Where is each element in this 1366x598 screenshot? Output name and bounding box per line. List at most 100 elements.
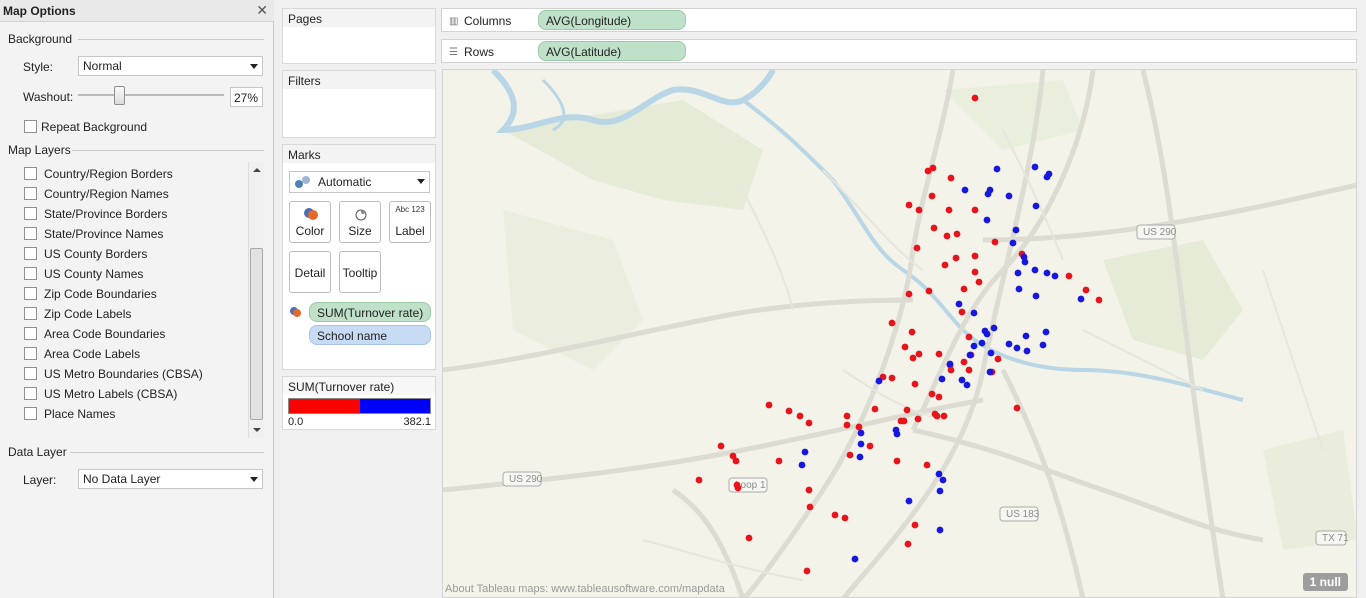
school-mark[interactable] (798, 461, 806, 469)
school-mark[interactable] (970, 342, 978, 350)
school-mark[interactable] (993, 165, 1001, 173)
close-icon[interactable]: ✕ (256, 2, 268, 19)
school-mark[interactable] (1023, 347, 1031, 355)
school-mark[interactable] (1009, 239, 1017, 247)
map-view[interactable]: US 290 US 290 US 183 TX 71 Loop 1 About Tabl… (442, 69, 1357, 598)
school-mark[interactable] (933, 412, 941, 420)
school-mark[interactable] (856, 453, 864, 461)
school-mark[interactable] (1051, 272, 1059, 280)
washout-slider-thumb[interactable] (114, 86, 125, 105)
school-mark[interactable] (913, 244, 921, 252)
school-mark[interactable] (831, 511, 839, 519)
school-mark[interactable] (940, 412, 948, 420)
school-mark[interactable] (935, 393, 943, 401)
detail-field-pill[interactable]: School name (309, 325, 431, 345)
school-mark[interactable] (1077, 295, 1085, 303)
school-mark[interactable] (947, 174, 955, 182)
school-mark[interactable] (903, 406, 911, 414)
map-layer-checkbox[interactable] (24, 167, 37, 180)
school-mark[interactable] (947, 366, 955, 374)
school-mark[interactable] (935, 350, 943, 358)
map-layer-checkbox[interactable] (24, 267, 37, 280)
filters-card[interactable]: Filters (282, 70, 436, 138)
school-mark[interactable] (905, 290, 913, 298)
school-mark[interactable] (958, 376, 966, 384)
repeat-background-checkbox[interactable] (24, 120, 37, 133)
rows-pill[interactable]: AVG(Latitude) (538, 41, 686, 61)
school-mark[interactable] (971, 206, 979, 214)
map-layer-checkbox[interactable] (24, 187, 37, 200)
school-mark[interactable] (888, 374, 896, 382)
school-mark[interactable] (855, 423, 863, 431)
school-mark[interactable] (958, 308, 966, 316)
school-mark[interactable] (1045, 170, 1053, 178)
data-layer-dropdown[interactable]: No Data Layer (78, 469, 263, 489)
color-field-pill[interactable]: SUM(Turnover rate) (309, 302, 431, 322)
school-mark[interactable] (991, 238, 999, 246)
school-mark[interactable] (805, 419, 813, 427)
school-mark[interactable] (806, 503, 814, 511)
school-mark[interactable] (1021, 258, 1029, 266)
school-mark[interactable] (1015, 285, 1023, 293)
school-mark[interactable] (971, 268, 979, 276)
school-mark[interactable] (1082, 286, 1090, 294)
school-mark[interactable] (893, 457, 901, 465)
school-mark[interactable] (978, 339, 986, 347)
map-layer-checkbox[interactable] (24, 367, 37, 380)
school-mark[interactable] (1031, 266, 1039, 274)
map-layers-scrollbar[interactable] (248, 162, 264, 438)
school-mark[interactable] (971, 252, 979, 260)
color-button[interactable]: Color (289, 201, 331, 243)
school-mark[interactable] (1043, 269, 1051, 277)
detail-button[interactable]: Detail (289, 251, 331, 293)
school-mark[interactable] (941, 261, 949, 269)
school-mark[interactable] (911, 380, 919, 388)
school-mark[interactable] (915, 206, 923, 214)
school-mark[interactable] (915, 350, 923, 358)
school-mark[interactable] (905, 201, 913, 209)
school-mark[interactable] (905, 497, 913, 505)
school-mark[interactable] (930, 224, 938, 232)
school-mark[interactable] (1012, 226, 1020, 234)
school-mark[interactable] (983, 330, 991, 338)
school-mark[interactable] (765, 401, 773, 409)
school-mark[interactable] (1032, 292, 1040, 300)
school-mark[interactable] (953, 230, 961, 238)
school-mark[interactable] (805, 486, 813, 494)
school-mark[interactable] (939, 476, 947, 484)
school-mark[interactable] (695, 476, 703, 484)
school-mark[interactable] (935, 470, 943, 478)
school-mark[interactable] (843, 421, 851, 429)
school-mark[interactable] (846, 451, 854, 459)
school-mark[interactable] (945, 206, 953, 214)
school-mark[interactable] (857, 440, 865, 448)
school-mark[interactable] (908, 328, 916, 336)
school-mark[interactable] (904, 540, 912, 548)
school-mark[interactable] (1032, 202, 1040, 210)
school-mark[interactable] (914, 415, 922, 423)
school-mark[interactable] (909, 354, 917, 362)
school-mark[interactable] (796, 412, 804, 420)
map-layer-checkbox[interactable] (24, 207, 37, 220)
map-layer-checkbox[interactable] (24, 287, 37, 300)
school-mark[interactable] (843, 412, 851, 420)
scroll-down-icon[interactable] (253, 428, 261, 432)
school-mark[interactable] (1039, 341, 1047, 349)
school-mark[interactable] (866, 442, 874, 450)
school-mark[interactable] (1031, 163, 1039, 171)
color-legend-ramp[interactable] (288, 398, 431, 414)
school-mark[interactable] (971, 94, 979, 102)
school-mark[interactable] (960, 358, 968, 366)
school-mark[interactable] (911, 521, 919, 529)
washout-value-field[interactable]: 27% (230, 87, 263, 107)
school-mark[interactable] (965, 333, 973, 341)
school-mark[interactable] (938, 375, 946, 383)
school-mark[interactable] (871, 405, 879, 413)
size-button[interactable]: Size (339, 201, 381, 243)
map-layer-checkbox[interactable] (24, 227, 37, 240)
school-mark[interactable] (775, 457, 783, 465)
school-mark[interactable] (841, 514, 849, 522)
school-mark[interactable] (990, 324, 998, 332)
school-mark[interactable] (965, 366, 973, 374)
school-mark[interactable] (936, 487, 944, 495)
